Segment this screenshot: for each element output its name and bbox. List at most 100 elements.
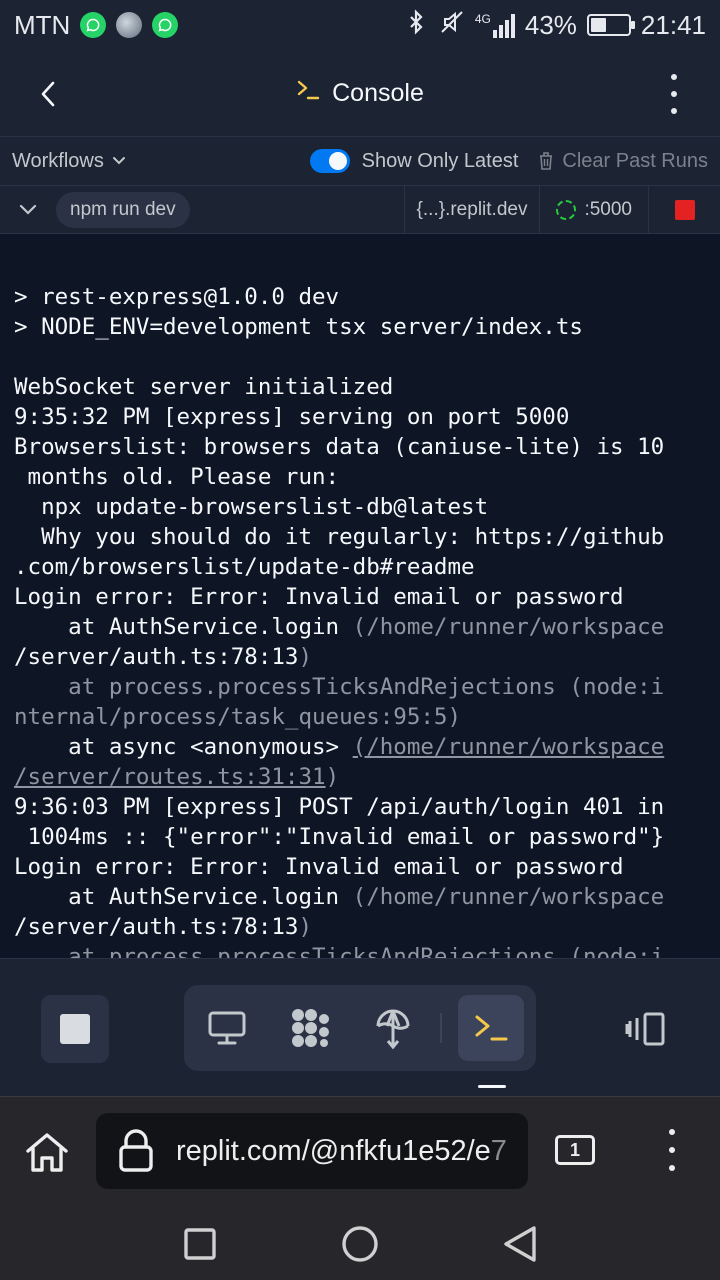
console-tool-button[interactable] — [458, 995, 524, 1061]
console-line: > rest-express@1.0.0 dev — [14, 282, 690, 312]
agent-tool-button[interactable] — [278, 995, 344, 1061]
webview-icon — [208, 1011, 246, 1045]
workflows-bar: Workflows Show Only Latest Clear Past Ru… — [0, 136, 720, 186]
url-text: replit.com/@nfkfu1e52/e7 — [176, 1135, 507, 1168]
home-nav-button[interactable] — [340, 1224, 380, 1264]
show-only-latest-label: Show Only Latest — [361, 149, 519, 172]
browser-bar: replit.com/@nfkfu1e52/e7 1 — [0, 1096, 720, 1206]
console-text: nternal/process/task_queues:95:5) — [14, 704, 462, 730]
console-text: 1004ms :: {"error":"Invalid email or pas… — [14, 824, 665, 850]
lock-icon — [119, 1129, 153, 1172]
expand-run-button[interactable] — [0, 186, 56, 234]
back-triangle-icon — [504, 1226, 536, 1262]
clear-past-runs-button[interactable]: Clear Past Runs — [538, 150, 708, 173]
port-label: :5000 — [584, 198, 632, 220]
console-output[interactable]: > rest-express@1.0.0 dev > NODE_ENV=devel… — [0, 234, 720, 958]
split-pane-icon — [625, 1012, 665, 1046]
console-text: (/home/runner/workspace — [352, 884, 665, 910]
bottom-toolbar — [0, 958, 720, 1096]
console-line: Browserslist: browsers data (caniuse-lit… — [14, 432, 690, 462]
bluetooth-icon — [403, 8, 429, 42]
console-text: /server/auth.ts:78:13 — [14, 644, 299, 670]
chevron-left-icon — [41, 81, 55, 107]
url-fade: 7 — [490, 1134, 507, 1167]
clear-past-runs-label: Clear Past Runs — [562, 149, 708, 172]
dev-url-link[interactable]: {...}.replit.dev — [403, 185, 540, 234]
console-line: 9:35:32 PM [express] serving on port 500… — [14, 402, 690, 432]
console-text: months old. Please run: — [14, 464, 340, 490]
url-main: replit.com/@nfkfu1e52/e — [176, 1134, 491, 1167]
battery-icon — [586, 14, 635, 36]
console-text: /server/auth.ts:78:13 — [14, 914, 299, 940]
recents-button[interactable] — [180, 1224, 220, 1264]
webview-tool-button[interactable] — [194, 995, 260, 1061]
console-text: 9:36:03 PM [express] POST /api/auth/logi… — [14, 794, 665, 820]
dev-url-label: {...}.replit.dev — [416, 198, 528, 220]
console-line: Login error: Error: Invalid email or pas… — [14, 852, 690, 882]
console-line: at AuthService.login (/home/runner/works… — [14, 612, 690, 642]
terminal-prompt-icon — [296, 79, 320, 107]
deployments-icon — [376, 1009, 410, 1050]
port-status-icon — [556, 199, 577, 220]
console-line: /server/auth.ts:78:13) — [14, 642, 690, 672]
console-text: Browserslist: browsers data (caniuse-lit… — [14, 434, 665, 460]
toolbar-divider — [440, 1013, 442, 1043]
console-line: npx update-browserslist-db@latest — [14, 492, 690, 522]
console-line: .com/browserslist/update-db#readme — [14, 552, 690, 582]
battery-fill — [590, 18, 607, 32]
status-bar: MTN 4G 43% 21:41 — [0, 0, 720, 50]
signal-icon: 4G — [475, 12, 515, 38]
console-file-link[interactable]: (/home/runner/workspace — [353, 734, 665, 760]
back-nav-button[interactable] — [500, 1224, 540, 1264]
active-tab-indicator — [478, 1085, 506, 1088]
chevron-down-icon — [19, 204, 37, 215]
home-icon — [26, 1133, 68, 1172]
console-text: Login error: Error: Invalid email or pas… — [14, 854, 624, 880]
show-only-latest-toggle[interactable] — [309, 149, 350, 173]
run-command-pill[interactable]: npm run dev — [56, 191, 190, 228]
console-line: 9:36:03 PM [express] POST /api/auth/logi… — [14, 792, 690, 822]
console-text: > NODE_ENV=development tsx server/index.… — [14, 314, 583, 340]
back-button[interactable] — [28, 74, 68, 114]
console-line: /server/routes.ts:31:31) — [14, 762, 690, 792]
browser-menu-button[interactable] — [664, 1129, 680, 1171]
console-text: at process.processTicksAndRejections (no… — [14, 944, 665, 958]
console-text: Why you should do it regularly: https://… — [14, 524, 665, 550]
home-circle-icon — [342, 1226, 378, 1262]
tab-switcher-button[interactable]: 1 — [555, 1135, 595, 1165]
port-indicator[interactable]: :5000 — [539, 185, 648, 234]
console-text: .com/browserslist/update-db#readme — [14, 554, 475, 580]
console-icon — [475, 1015, 508, 1041]
network-type: 4G — [474, 12, 491, 26]
battery-percent: 43% — [524, 9, 577, 40]
address-bar[interactable]: replit.com/@nfkfu1e52/e7 — [96, 1113, 528, 1189]
console-file-link[interactable]: /server/routes.ts:31:31 — [14, 764, 326, 790]
console-text: WebSocket server initialized — [14, 374, 394, 400]
deployments-tool-button[interactable] — [360, 995, 426, 1061]
split-view-button[interactable] — [616, 999, 676, 1059]
console-line: months old. Please run: — [14, 462, 690, 492]
stop-all-button[interactable] — [41, 995, 109, 1063]
workflows-label: Workflows — [12, 149, 104, 172]
console-line: at AuthService.login (/home/runner/works… — [14, 882, 690, 912]
stop-run-button[interactable] — [648, 185, 720, 234]
console-text: > rest-express@1.0.0 dev — [14, 284, 340, 310]
console-text: (/home/runner/workspace — [352, 614, 665, 640]
clock: 21:41 — [640, 9, 706, 40]
workflow-run-row: npm run dev {...}.replit.dev :5000 — [0, 185, 720, 234]
console-line: WebSocket server initialized — [14, 372, 690, 402]
console-line: at async <anonymous> (/home/runner/works… — [14, 732, 690, 762]
console-text: at process.processTicksAndRejections (no… — [14, 674, 665, 700]
console-text: npx update-browserslist-db@latest — [14, 494, 489, 520]
workflows-dropdown[interactable]: Workflows — [12, 150, 126, 173]
console-line: at process.processTicksAndRejections (no… — [14, 942, 690, 958]
console-text: ) — [298, 644, 313, 670]
more-options-button[interactable] — [664, 74, 684, 114]
console-line: Why you should do it regularly: https://… — [14, 522, 690, 552]
browser-icon — [116, 12, 143, 38]
console-text: at AuthService.login — [14, 614, 353, 640]
home-button[interactable] — [24, 1131, 72, 1175]
console-text: 9:35:32 PM [express] serving on port 500… — [14, 404, 570, 430]
whatsapp-icon — [152, 12, 179, 38]
